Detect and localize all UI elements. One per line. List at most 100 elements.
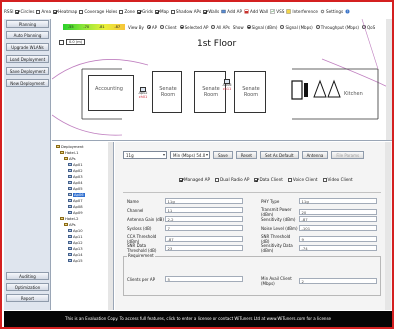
phy-type-input[interactable]: 11g xyxy=(299,198,377,204)
data-client-checkbox[interactable] xyxy=(254,177,259,182)
evaluation-banner[interactable]: This is an Evaluation Copy. To access fu… xyxy=(4,311,392,327)
managed-ap-option[interactable]: Managed AP xyxy=(179,177,210,182)
toolbar-help[interactable]: ? xyxy=(345,9,350,14)
min-rate-select[interactable]: Min (Mbps) 54.0 xyxy=(170,151,210,159)
snr-data-threshold-input[interactable]: 23 xyxy=(165,245,243,251)
zone-checkbox[interactable] xyxy=(119,9,124,14)
tree-node[interactable]: Ap12 xyxy=(68,240,83,245)
tree-node[interactable]: Ap05 xyxy=(68,186,83,191)
walls-checkbox[interactable] xyxy=(203,9,208,14)
tree-node[interactable]: Ap07 xyxy=(68,198,83,203)
tree-node[interactable]: APs xyxy=(64,156,76,161)
toolbar-shadow-aps[interactable]: Shadow APs xyxy=(170,9,201,14)
sensitivity-input[interactable]: -87 xyxy=(299,216,377,222)
area-label: Area xyxy=(41,9,52,14)
noise-level-input[interactable]: -101 xyxy=(299,225,377,231)
map-vertical-scrollbar[interactable] xyxy=(386,19,392,140)
nav-planning-button[interactable]: Planning xyxy=(6,20,49,28)
tree-node[interactable]: Hotel-1 xyxy=(60,150,78,155)
toolbar-add-wall[interactable]: Add Wall xyxy=(244,9,268,14)
tree-node[interactable]: Ap14 xyxy=(68,252,83,257)
voice-client-checkbox[interactable] xyxy=(287,177,292,182)
toolbar-map[interactable]: Map xyxy=(155,9,169,14)
tree-vertical-scrollbar[interactable] xyxy=(108,142,113,310)
tree-node[interactable]: Hotel-2 xyxy=(60,216,78,221)
toolbar-circles[interactable]: Circles xyxy=(15,9,34,14)
tree-node[interactable]: APs xyxy=(64,222,76,227)
set-as-default-button[interactable]: Set As Default xyxy=(260,151,299,159)
area-checkbox[interactable] xyxy=(36,9,41,14)
nav-save-deployment-button[interactable]: Save Deployment xyxy=(6,67,49,75)
properties-vertical-scrollbar[interactable] xyxy=(385,142,391,310)
toolbar-add-ap[interactable]: Add AP xyxy=(221,9,242,14)
toolbar-coverage-holes[interactable]: Coverage Holes xyxy=(79,9,117,14)
cca-threshold-input[interactable]: -87 xyxy=(165,236,243,242)
toolbar-grids[interactable]: Grids xyxy=(137,9,153,14)
ap-marker-ap02[interactable]: Ap02 ch01 xyxy=(136,87,150,100)
tree-node[interactable]: Ap09 xyxy=(68,210,83,215)
toolbar-settings[interactable]: Settings xyxy=(320,9,343,14)
nav-optimization-button[interactable]: Optimization xyxy=(6,283,49,291)
toolbar-heatmap[interactable]: Heatmap xyxy=(53,9,77,14)
sysloss-input[interactable]: 7 xyxy=(165,225,243,231)
transmit-power-input[interactable]: 20 xyxy=(299,209,377,215)
grids-checkbox[interactable] xyxy=(137,9,142,14)
room-kitchen-label: Kitchen xyxy=(344,91,363,97)
min-avail-client-input[interactable]: 2 xyxy=(299,278,377,284)
tree-node-selected[interactable]: Ap06 xyxy=(68,192,85,197)
ap-marker-ap06[interactable]: Ap06 ch11 xyxy=(220,79,234,92)
data-client-option[interactable]: Data Client xyxy=(254,177,283,182)
snr-threshold-input[interactable]: 9 xyxy=(299,236,377,242)
toolbar-area[interactable]: Area xyxy=(36,9,51,14)
tree-node[interactable]: Ap10 xyxy=(68,228,83,233)
dual-radio-ap-option[interactable]: Dual Radio AP xyxy=(215,177,249,182)
phy-type-select[interactable]: 11g xyxy=(123,151,167,159)
toolbar-interference[interactable]: Interference xyxy=(286,9,318,14)
video-client-option[interactable]: Video Client xyxy=(322,177,353,182)
shadow-aps-checkbox[interactable] xyxy=(170,9,175,14)
phy-type-select-value: 11g xyxy=(126,153,134,158)
map-checkbox[interactable] xyxy=(155,9,159,14)
circles-checkbox[interactable] xyxy=(15,9,20,14)
name-input[interactable]: 11g xyxy=(165,198,243,204)
nav-upgrade-wlans-button[interactable]: Upgrade WLANs xyxy=(6,43,49,51)
nav-new-deployment-button[interactable]: New Deployment xyxy=(6,79,49,87)
tree-node[interactable]: Ap11 xyxy=(68,234,83,239)
antenna-button[interactable]: Antenna xyxy=(301,151,329,159)
tree-node[interactable]: Ap03 xyxy=(68,174,83,179)
nav-auditing-button[interactable]: Auditing xyxy=(6,272,49,280)
tree-node[interactable]: Ap02 xyxy=(68,168,83,173)
managed-ap-checkbox[interactable] xyxy=(179,177,183,182)
nav-auto-planning-button[interactable]: Auto Planning xyxy=(6,31,49,39)
tree-node-label: Ap09 xyxy=(73,210,83,215)
tree-node[interactable]: Ap01 xyxy=(68,162,83,167)
tree-node[interactable]: Ap08 xyxy=(68,204,83,209)
vss-label: VSS xyxy=(276,9,285,14)
clients-per-ap-input[interactable]: 5 xyxy=(165,276,243,282)
tree-node-root[interactable]: Deployment xyxy=(56,144,84,149)
folder-icon xyxy=(60,216,64,221)
toolbar-walls[interactable]: Walls xyxy=(203,9,219,14)
floor-map-canvas[interactable]: -55 -70 -81 -87 View By AP Client Select… xyxy=(52,19,392,141)
video-client-checkbox[interactable] xyxy=(322,177,327,182)
dual-radio-ap-checkbox[interactable] xyxy=(215,177,220,182)
heatmap-checkbox[interactable] xyxy=(53,9,58,14)
toolbar-zone[interactable]: Zone xyxy=(119,9,135,14)
tree-node[interactable]: Ap13 xyxy=(68,246,83,251)
tree-node[interactable]: Ap15 xyxy=(68,258,83,263)
file-params-button[interactable]: File Params xyxy=(331,151,365,159)
nav-report-button[interactable]: Report xyxy=(6,294,49,302)
coverage-holes-checkbox[interactable] xyxy=(79,9,84,14)
field-label: Noise Level (dBm) xyxy=(261,225,298,231)
reset-button[interactable]: Reset xyxy=(235,151,258,159)
toolbar-vss[interactable]: VSS xyxy=(270,9,284,14)
channel-input[interactable]: 11 xyxy=(165,207,243,213)
voice-client-option[interactable]: Voice Client xyxy=(287,177,318,182)
room-senate-1-label: Senate Room xyxy=(159,86,177,98)
tree-node[interactable]: Ap04 xyxy=(68,180,83,185)
save-button[interactable]: Save xyxy=(213,151,233,159)
nav-load-deployment-button[interactable]: Load Deployment xyxy=(6,55,49,63)
sensitivity-data-input[interactable]: -74 xyxy=(299,245,377,251)
field-antenna-gain: Antenna Gain (dB) 2.2 xyxy=(127,216,243,222)
antenna-gain-input[interactable]: 2.2 xyxy=(165,216,243,222)
